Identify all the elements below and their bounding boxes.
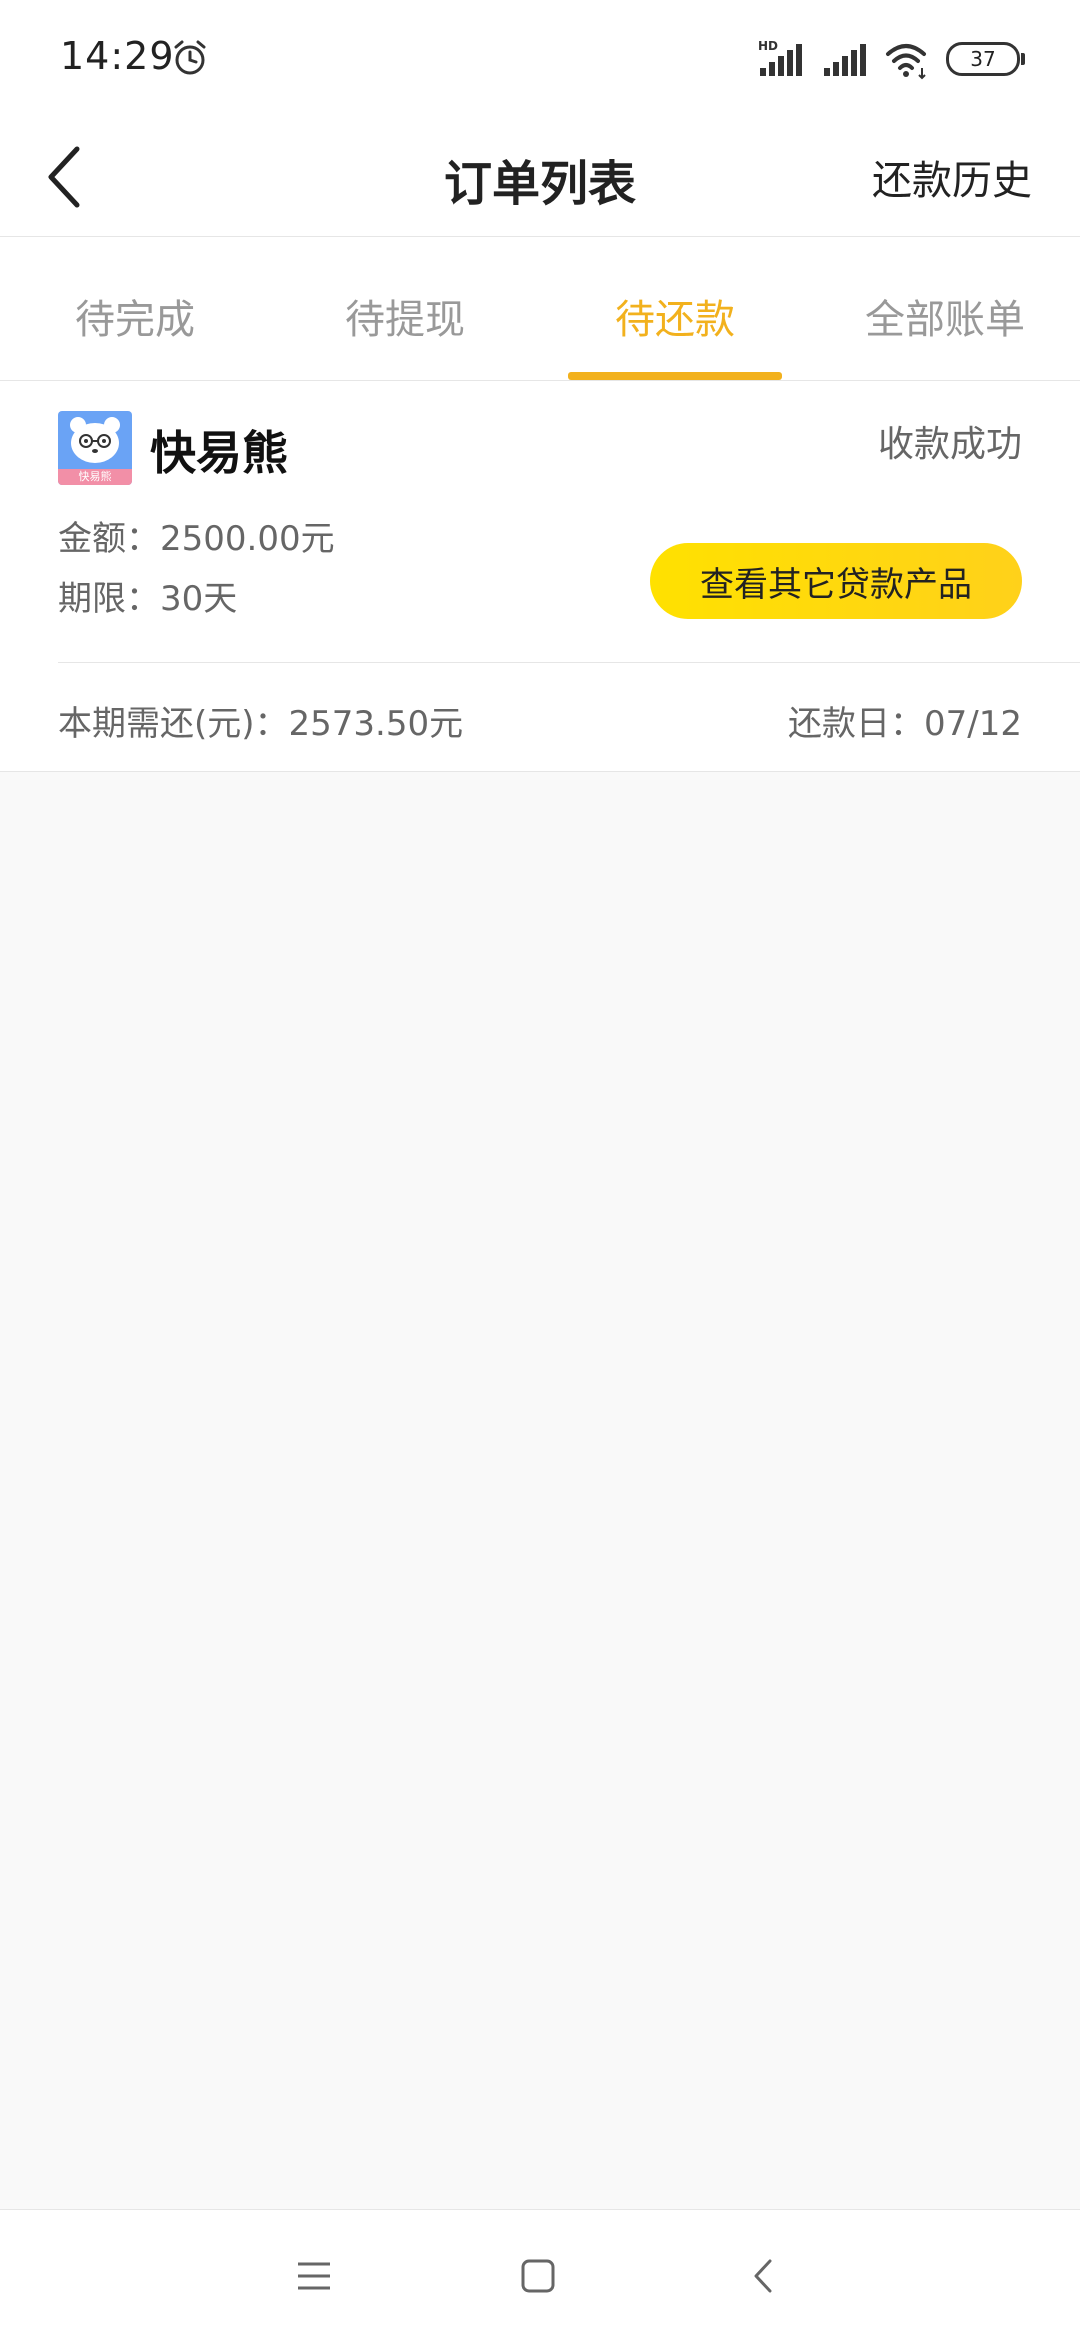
status-time: 14:29 xyxy=(60,34,175,78)
brand-name: 快易熊 xyxy=(150,426,288,480)
status-bar: 14:29 HD 37 xyxy=(0,0,1080,118)
hd-signal-icon: HD xyxy=(758,39,802,76)
tab-pending-complete[interactable]: 待完成 xyxy=(0,237,270,380)
card-divider xyxy=(58,662,1080,663)
battery-icon: 37 xyxy=(946,42,1025,76)
home-square-icon xyxy=(521,2259,555,2293)
order-status: 收款成功 xyxy=(877,424,1022,465)
menu-icon xyxy=(298,2262,330,2290)
back-chevron-icon xyxy=(754,2259,772,2293)
order-card[interactable]: 快易熊 快易熊 收款成功 金额：2500.00元 期限：30天 查看其它贷款产品… xyxy=(0,381,1080,772)
logo-caption: 快易熊 xyxy=(58,469,132,485)
repayment-history-link[interactable]: 还款历史 xyxy=(872,148,1032,206)
svg-text:HD: HD xyxy=(758,39,778,53)
header: 订单列表 还款历史 xyxy=(0,118,1080,237)
alarm-icon xyxy=(174,40,206,75)
bear-logo-icon xyxy=(70,417,120,463)
brand-logo: 快易熊 xyxy=(58,411,132,485)
tab-pending-withdraw[interactable]: 待提现 xyxy=(270,237,540,380)
order-tabs: 待完成 待提现 待还款 全部账单 xyxy=(0,237,1080,381)
due-date: 还款日：07/12 xyxy=(788,704,1022,744)
due-amount: 本期需还(元)：2573.50元 xyxy=(58,704,464,744)
signal-icon xyxy=(824,44,866,76)
nav-home-button[interactable] xyxy=(510,2248,566,2304)
loan-term: 期限：30天 xyxy=(58,579,238,619)
nav-back-button[interactable] xyxy=(736,2248,792,2304)
loan-amount: 金额：2500.00元 xyxy=(58,519,335,559)
tab-all-bills[interactable]: 全部账单 xyxy=(810,237,1080,380)
status-icons: HD 37 xyxy=(758,38,1025,80)
system-nav-bar xyxy=(0,2209,1080,2340)
wifi-icon xyxy=(886,44,926,80)
view-other-loans-button[interactable]: 查看其它贷款产品 xyxy=(650,543,1022,619)
nav-menu-button[interactable] xyxy=(286,2248,342,2304)
tab-pending-repay[interactable]: 待还款 xyxy=(540,237,810,380)
